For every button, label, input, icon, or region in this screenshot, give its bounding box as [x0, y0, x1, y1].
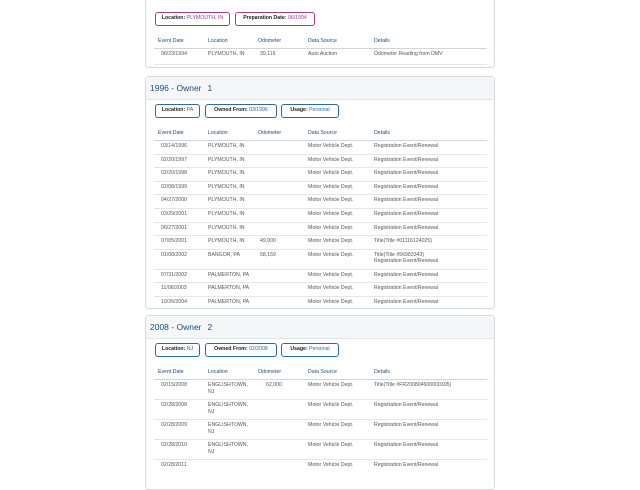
- table-row: 03/29/2001 PLYMOUTH, IN Motor Vehicle Dept…: [154, 209, 487, 223]
- table-header: Event Date Location Odometer Data Source…: [154, 36, 487, 49]
- owned-from-badge: Owned From: 02/2008: [205, 343, 277, 357]
- owned-from-badge: Owned From: 03/1996: [205, 104, 277, 118]
- table-row: 06/23/1994 PLYMOUTH, IN 39,116 Auto Auct…: [154, 49, 487, 65]
- owner-title: 2008 - Owner: [150, 322, 202, 332]
- table-row: 02/28/2010 ENGLISHTOWN, NJ Motor Vehicle De…: [154, 440, 487, 460]
- table-row: 10/26/2004 PALMERTON, PA Motor Vehicle Dep…: [161, 298, 439, 305]
- col-data-source: Data Source: [308, 38, 337, 44]
- col-event-date: Event Date: [158, 38, 184, 44]
- table-row: 02/28/2011 Motor Vehicle Dept. Registratio…: [161, 462, 439, 468]
- owner-number: 1: [207, 83, 213, 93]
- table-row: 02/08/1999 PLYMOUTH, IN Motor Vehicle Dept…: [154, 182, 487, 196]
- owner-header: 1996 - Owner 1: [146, 77, 494, 100]
- preparation-date-badge: Preparation Date: 06/1994: [235, 12, 315, 26]
- table-row: 02/15/2008 ENGLISHTOWN, NJ 62,000 Motor Vehi…: [154, 380, 487, 400]
- location-badge: Location: PLYMOUTH, IN: [155, 12, 230, 26]
- col-details: Details: [374, 38, 390, 44]
- owner-card-2: 2008 - Owner 2 Location: NJ Owned From: 0…: [145, 315, 495, 490]
- location-badge: Location: NJ: [155, 343, 200, 357]
- owner-header: 2008 - Owner 2: [146, 316, 494, 339]
- table-row: 06/27/2001 PLYMOUTH, IN Motor Vehicle Dept…: [154, 223, 487, 237]
- usage-badge: Usage: Personal: [281, 343, 339, 357]
- table-row: 02/28/2009 ENGLISHTOWN, NJ Motor Vehicle De…: [154, 420, 487, 440]
- location-badge: Location: PA: [155, 104, 200, 118]
- history-table: Event Date Location Odometer Data Source…: [154, 128, 487, 310]
- history-table: Event Date Location Odometer Data Source…: [154, 36, 487, 65]
- history-card-top: Location: PLYMOUTH, IN Preparation Date:…: [145, 0, 495, 68]
- vehicle-history-page: Location: PLYMOUTH, IN Preparation Date:…: [0, 0, 640, 490]
- table-row: 02/20/1997 PLYMOUTH, IN Motor Vehicle Dept…: [154, 155, 487, 169]
- table-row: 11/06/2003 PALMERTON, PA Motor Vehicle Dep…: [154, 283, 487, 297]
- table-header: Event Date Location Odometer Data Source…: [154, 128, 487, 141]
- owner-title: 1996 - Owner: [150, 83, 202, 93]
- table-header: Event Date Location Odometer Data Source…: [154, 367, 487, 380]
- table-row: 03/14/1996 PLYMOUTH, IN Motor Vehicle Dept…: [154, 141, 487, 155]
- table-row: 07/05/2001 PLYMOUTH, IN 49,000 Motor Vehicl…: [154, 236, 487, 250]
- table-row: 01/08/2002 BANGOR, PA 58,159 Motor Vehicle …: [154, 250, 487, 270]
- table-row: 07/31/2002 PALMERTON, PA Motor Vehicle Dep…: [154, 270, 487, 284]
- usage-badge: Usage: Personal: [281, 104, 339, 118]
- history-table: Event Date Location Odometer Data Source…: [154, 367, 487, 474]
- table-row: 02/28/2008 ENGLISHTOWN, NJ Motor Vehicle De…: [154, 400, 487, 420]
- owner-card-1: 1996 - Owner 1 Location: PA Owned From: 0…: [145, 76, 495, 309]
- table-row: 04/27/2000 PLYMOUTH, IN Motor Vehicle Dept…: [154, 195, 487, 209]
- owner-number: 2: [207, 322, 213, 332]
- col-location: Location: [208, 38, 228, 44]
- col-odometer: Odometer: [258, 38, 282, 44]
- table-row: 02/20/1998 PLYMOUTH, IN Motor Vehicle Dept…: [154, 168, 487, 182]
